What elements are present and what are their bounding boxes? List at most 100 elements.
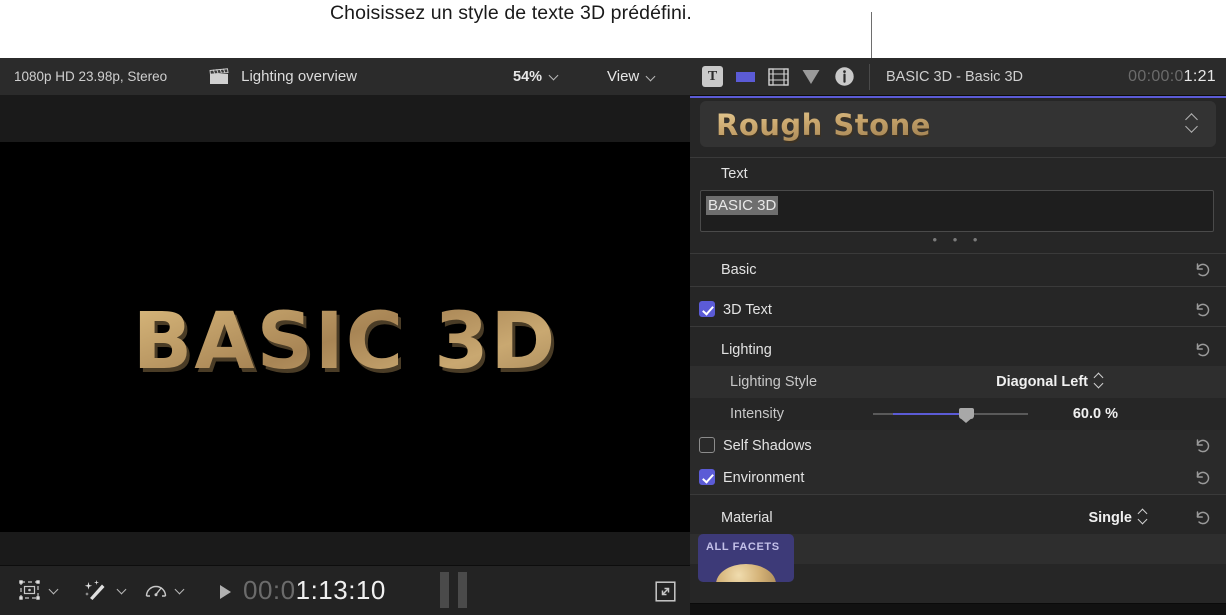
self-shadows-row[interactable]: Self Shadows <box>690 430 1226 462</box>
reset-arrow-icon[interactable] <box>1194 509 1212 527</box>
material-row[interactable]: Material Single <box>690 502 1226 534</box>
expand-viewer-button[interactable] <box>655 581 676 607</box>
audio-meter-left <box>440 572 449 608</box>
viewer-3d-text: BASIC 3D <box>0 297 690 387</box>
callout-text: Choisissez un style de texte 3D prédéfin… <box>330 2 692 25</box>
chevron-down-icon <box>647 73 656 82</box>
video-inspector-tab[interactable] <box>767 66 789 88</box>
generator-inspector-tab[interactable] <box>800 66 822 88</box>
info-circle-icon <box>834 66 855 87</box>
viewer-canvas[interactable]: BASIC 3D <box>0 142 690 532</box>
text-inspector-tab[interactable]: T <box>702 66 723 87</box>
retime-button[interactable] <box>144 579 185 601</box>
inspector-bottom-edge <box>690 603 1226 615</box>
transform-tool-button[interactable] <box>18 579 59 601</box>
viewer-bottom-toolbar: 00:01:13:10 <box>0 565 690 615</box>
up-down-stepper-icon <box>1094 374 1104 388</box>
reset-arrow-icon[interactable] <box>1194 469 1212 487</box>
viewer-view-button[interactable]: View <box>607 68 656 85</box>
intensity-unit: % <box>1105 406 1118 422</box>
material-value-button[interactable]: Single <box>1088 510 1148 526</box>
intensity-slider-knob[interactable] <box>959 408 974 419</box>
material-label: Material <box>721 510 773 526</box>
viewer-timecode-dim: 00:0 <box>243 575 296 605</box>
text-style-preset-button[interactable]: Rough Stone <box>700 101 1216 147</box>
film-strip-icon <box>768 68 789 86</box>
chevron-down-icon <box>550 72 559 81</box>
viewer-zoom-button[interactable]: 54% <box>513 69 559 85</box>
viewer-view-label: View <box>607 68 639 85</box>
intensity-row[interactable]: Intensity 60.0 % <box>690 398 1226 430</box>
inspector-timecode[interactable]: 00:00:01:21 <box>1128 68 1216 86</box>
lighting-style-label: Lighting Style <box>730 374 817 390</box>
inspector-timecode-bright: 1:21 <box>1184 68 1216 85</box>
reset-arrow-icon[interactable] <box>1194 437 1212 455</box>
intensity-label: Intensity <box>730 406 784 422</box>
3d-text-checkbox[interactable] <box>699 301 715 317</box>
magic-wand-icon <box>84 579 110 601</box>
app-window: 1080p HD 23.98p, Stereo Lighting overvie… <box>0 58 1226 614</box>
viewer-letterbox-bottom <box>0 532 690 565</box>
section-divider <box>690 494 1226 495</box>
inspector-pane: T <box>690 58 1226 614</box>
clapperboard-icon <box>209 68 229 86</box>
enhance-tool-button[interactable] <box>84 579 127 601</box>
reset-arrow-icon[interactable] <box>1194 341 1212 359</box>
info-inspector-tab[interactable] <box>833 66 855 88</box>
chevron-down-icon <box>176 586 185 595</box>
text-lines-icon <box>736 72 755 82</box>
up-down-stepper-icon <box>1138 510 1148 524</box>
3d-text-label: 3D Text <box>723 302 772 318</box>
toolbar-divider <box>869 64 870 90</box>
inspector-tab-bar: T <box>702 66 855 88</box>
text-section-label: Text <box>721 166 748 182</box>
section-divider <box>690 286 1226 287</box>
lighting-style-value: Diagonal Left <box>996 374 1088 390</box>
viewer-toolbar: 1080p HD 23.98p, Stereo Lighting overvie… <box>0 58 690 96</box>
material-facets-strip: ALL FACETS <box>690 534 1226 564</box>
section-divider <box>690 326 1226 327</box>
inspector-timecode-dim: 00:00:0 <box>1128 68 1183 85</box>
environment-checkbox[interactable] <box>699 469 715 485</box>
up-down-stepper-icon[interactable] <box>1186 112 1200 136</box>
play-triangle-icon[interactable] <box>220 585 231 599</box>
self-shadows-label: Self Shadows <box>723 438 812 454</box>
transform-tool-icon <box>18 579 42 601</box>
3d-text-row[interactable]: 3D Text <box>690 294 1226 326</box>
lighting-style-row[interactable]: Lighting Style Diagonal Left <box>690 366 1226 398</box>
text-input-field[interactable]: BASIC 3D <box>700 190 1214 232</box>
intensity-value-field[interactable]: 60.0 % <box>1073 406 1118 422</box>
lighting-section-label: Lighting <box>721 342 772 358</box>
lighting-style-value-button[interactable]: Diagonal Left <box>996 374 1104 390</box>
viewer-format-label: 1080p HD 23.98p, Stereo <box>14 69 167 84</box>
environment-row[interactable]: Environment <box>690 462 1226 494</box>
chevron-down-icon <box>50 586 59 595</box>
viewer-pane: 1080p HD 23.98p, Stereo Lighting overvie… <box>0 58 690 614</box>
audio-meter-right <box>458 572 467 608</box>
viewer-timecode[interactable]: 00:01:13:10 <box>243 575 386 606</box>
reset-arrow-icon[interactable] <box>1194 301 1212 319</box>
text-pager-dots[interactable]: • • • <box>690 232 1226 247</box>
title-inspector-tab[interactable] <box>734 66 756 88</box>
material-preview-sphere <box>716 564 776 582</box>
intensity-slider-track[interactable] <box>873 413 1028 415</box>
text-T-icon: T <box>708 69 717 85</box>
inspector-toolbar: T <box>690 58 1226 96</box>
viewer-timecode-bright: 1:13:10 <box>296 575 386 605</box>
self-shadows-checkbox[interactable] <box>699 437 715 453</box>
intensity-slider-fill <box>893 413 966 415</box>
viewer-zoom-label: 54% <box>513 69 542 85</box>
inspector-clip-name: BASIC 3D - Basic 3D <box>886 69 1023 85</box>
expand-arrows-icon <box>655 581 676 602</box>
intensity-value: 60.0 <box>1073 406 1101 422</box>
material-value: Single <box>1088 510 1132 526</box>
inspector-focus-indicator <box>690 96 1226 98</box>
reset-arrow-icon[interactable] <box>1194 261 1212 279</box>
viewer-letterbox-top <box>0 95 690 142</box>
section-divider <box>690 157 1226 158</box>
text-input-value: BASIC 3D <box>706 196 778 215</box>
callout-annotation-area: Choisissez un style de texte 3D prédéfin… <box>0 0 1226 58</box>
preset-name-label: Rough Stone <box>716 108 931 142</box>
all-facets-tile[interactable]: ALL FACETS <box>698 534 794 582</box>
chevron-down-icon <box>118 586 127 595</box>
